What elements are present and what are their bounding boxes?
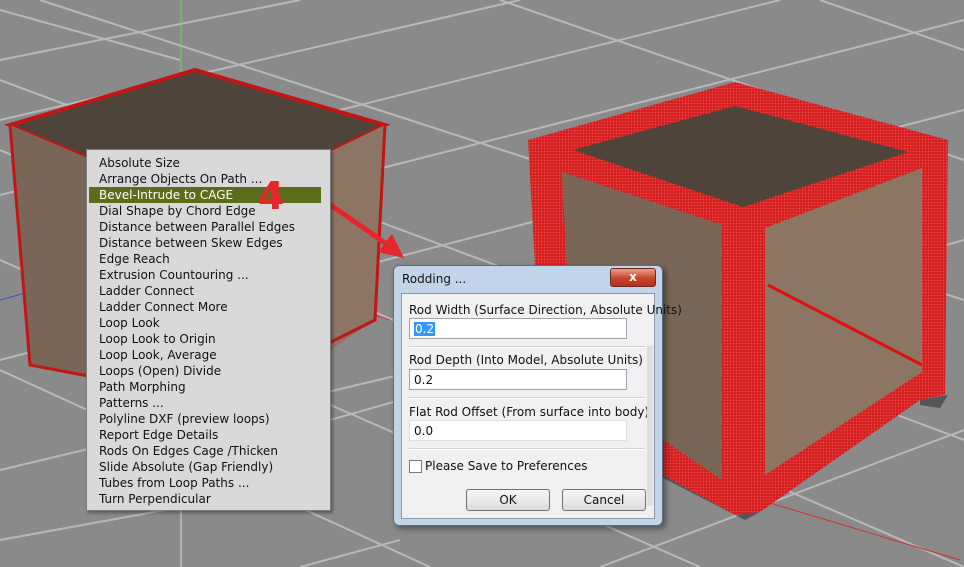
separator [409, 397, 645, 399]
save-preferences-label: Please Save to Preferences [425, 459, 588, 473]
menu-item[interactable]: Arrange Objects On Path ... [89, 171, 321, 187]
close-button[interactable]: x [610, 268, 656, 287]
cancel-button[interactable]: Cancel [562, 489, 646, 511]
menu-item[interactable]: Bevel-Intrude to CAGE [89, 187, 321, 203]
menu-item[interactable]: Loop Look to Origin [89, 331, 321, 347]
menu-item[interactable]: Turn Perpendicular [89, 491, 321, 507]
menu-item[interactable]: Loop Look, Average [89, 347, 321, 363]
separator [409, 346, 645, 348]
step-number-label: 4 [258, 174, 285, 218]
menu-item[interactable]: Report Edge Details [89, 427, 321, 443]
offset-label: Flat Rod Offset (From surface into body) [409, 405, 650, 419]
context-menu: Absolute Size Arrange Objects On Path ...… [86, 149, 331, 511]
ok-button[interactable]: OK [466, 489, 550, 511]
menu-item[interactable]: Absolute Size [89, 155, 321, 171]
menu-item[interactable]: Loops (Open) Divide [89, 363, 321, 379]
menu-item[interactable]: Edge Reach [89, 251, 321, 267]
offset-input[interactable]: 0.0 [409, 420, 627, 441]
menu-item[interactable]: Loop Look [89, 315, 321, 331]
menu-item[interactable]: Extrusion Countouring ... [89, 267, 321, 283]
separator [409, 448, 645, 450]
rod-width-value: 0.2 [414, 322, 436, 336]
dialog-title: Rodding ... [402, 272, 467, 286]
menu-item[interactable]: Polyline DXF (preview loops) [89, 411, 321, 427]
rod-width-label: Rod Width (Surface Direction, Absolute U… [409, 303, 682, 317]
rod-width-input[interactable]: 0.2 [409, 318, 627, 339]
menu-item[interactable]: Slide Absolute (Gap Friendly) [89, 459, 321, 475]
menu-item[interactable]: Patterns ... [89, 395, 321, 411]
menu-item[interactable]: Path Morphing [89, 379, 321, 395]
rodding-dialog: Rodding ... x Rod Width (Surface Directi… [393, 265, 682, 526]
menu-item[interactable]: Rods On Edges Cage /Thicken [89, 443, 321, 459]
rod-depth-label: Rod Depth (Into Model, Absolute Units) [409, 353, 643, 367]
menu-item[interactable]: Ladder Connect [89, 283, 321, 299]
menu-item[interactable]: Ladder Connect More [89, 299, 321, 315]
dialog-titlebar[interactable]: Rodding ... x [394, 266, 662, 292]
dialog-body: Rod Width (Surface Direction, Absolute U… [401, 293, 682, 519]
menu-item[interactable]: Distance between Skew Edges [89, 235, 321, 251]
save-preferences-checkbox[interactable] [409, 460, 422, 473]
menu-item[interactable]: Tubes from Loop Paths ... [89, 475, 321, 491]
scrollbar[interactable] [647, 346, 653, 506]
rod-depth-input[interactable]: 0.2 [409, 369, 627, 390]
menu-item[interactable]: Dial Shape by Chord Edge [89, 203, 321, 219]
menu-item[interactable]: Distance between Parallel Edges [89, 219, 321, 235]
